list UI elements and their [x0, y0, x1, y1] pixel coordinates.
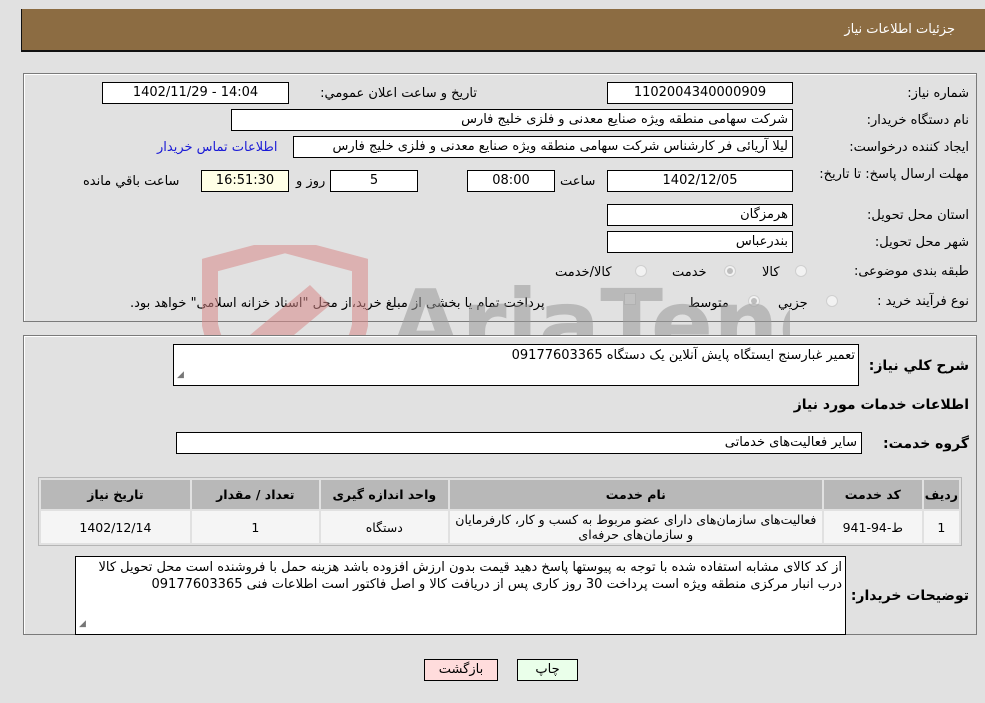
col-service-code: کد خدمت: [823, 480, 922, 509]
province-field[interactable]: هرمزگان: [607, 204, 793, 226]
cell-quantity: 1: [191, 511, 319, 543]
back-button[interactable]: بازگشت: [424, 659, 498, 681]
cell-unit: دستگاه: [320, 511, 448, 543]
services-heading: اطلاعات خدمات مورد نیاز: [793, 397, 969, 413]
deadline-date-field[interactable]: 1402/12/05: [607, 170, 793, 192]
treasury-note: پرداخت تمام یا بخشی از مبلغ خرید،از محل …: [130, 296, 545, 311]
announce-datetime-label: تاریخ و ساعت اعلان عمومي:: [320, 86, 477, 101]
col-unit: واحد اندازه گیری: [320, 480, 448, 509]
remaining-time-label: ساعت باقي مانده: [83, 174, 180, 189]
city-label: شهر محل تحویل:: [874, 235, 969, 250]
summary-label: شرح کلي نیاز:: [868, 358, 969, 374]
cell-service-code: ط-94-941: [823, 511, 922, 543]
purchase-option-minor: جزيي: [778, 296, 808, 311]
cell-service-name: فعالیت‌های سازمان‌های دارای عضو مربوط به…: [449, 511, 822, 543]
requester-field[interactable]: لیلا آریائی فر کارشناس شرکت سهامی منطقه …: [293, 136, 793, 158]
col-row-number: ردیف: [923, 480, 959, 509]
purchase-radio-minor[interactable]: [826, 295, 838, 307]
buyer-notes-textarea[interactable]: از کد کالای مشابه استفاده شده با توجه به…: [75, 556, 846, 635]
category-radio-goods-service[interactable]: [635, 265, 647, 277]
days-label: روز و: [296, 174, 326, 189]
deadline-time-label: ساعت: [560, 174, 596, 189]
category-option-service: خدمت: [672, 265, 707, 280]
buyer-org-label: نام دستگاه خریدار:: [866, 113, 969, 128]
service-group-field[interactable]: سایر فعالیت‌های خدماتی: [176, 432, 862, 454]
summary-text: تعمیر غبارسنج ایستگاه پایش آنلاین یک دست…: [511, 348, 855, 363]
category-radio-goods[interactable]: [795, 265, 807, 277]
purchase-type-label: نوع فرآیند خرید :: [877, 294, 969, 309]
purchase-radio-medium[interactable]: [748, 295, 760, 307]
col-service-name: نام خدمت: [449, 480, 822, 509]
deadline-time-field[interactable]: 08:00: [467, 170, 555, 192]
requester-label: ایجاد کننده درخواست:: [849, 140, 969, 155]
province-label: استان محل تحویل:: [867, 208, 969, 223]
city-field[interactable]: بندرعباس: [607, 231, 793, 253]
category-option-goods: کالا: [762, 265, 780, 280]
buyer-org-field[interactable]: شرکت سهامی منطقه ویژه صنایع معدنی و فلزی…: [231, 109, 793, 131]
remaining-days-field[interactable]: 5: [330, 170, 418, 192]
buyer-contact-link[interactable]: اطلاعات تماس خریدار: [157, 140, 277, 155]
page-header: جزئیات اطلاعات نیاز: [21, 9, 985, 52]
table-header-row: ردیف کد خدمت نام خدمت واحد اندازه گیری ت…: [41, 480, 959, 509]
service-group-label: گروه خدمت:: [883, 436, 969, 452]
col-need-date: تاریخ نیاز: [41, 480, 190, 509]
category-radio-service[interactable]: [724, 265, 736, 277]
col-quantity: تعداد / مقدار: [191, 480, 319, 509]
need-number-field[interactable]: 1102004340000909: [607, 82, 793, 104]
purchase-option-medium: متوسط: [688, 296, 729, 311]
print-button[interactable]: چاپ: [517, 659, 578, 681]
category-option-goods-service: کالا/خدمت: [555, 265, 612, 280]
deadline-label: مهلت ارسال پاسخ: تا تاریخ:: [819, 167, 969, 182]
services-table: ردیف کد خدمت نام خدمت واحد اندازه گیری ت…: [38, 477, 962, 546]
page-title: جزئیات اطلاعات نیاز: [844, 22, 955, 37]
category-label: طبقه بندی موضوعی:: [853, 264, 969, 279]
announce-datetime-field[interactable]: 1402/11/29 - 14:04: [102, 82, 289, 104]
treasury-checkbox[interactable]: [624, 293, 636, 305]
cell-row-number: 1: [923, 511, 959, 543]
table-row: 1 ط-94-941 فعالیت‌های سازمان‌های دارای ع…: [41, 511, 959, 543]
buyer-notes-label: توضیحات خریدار:: [850, 588, 969, 604]
remaining-time-field: 16:51:30: [201, 170, 289, 192]
need-number-label: شماره نیاز:: [907, 86, 969, 101]
buyer-notes-text: از کد کالای مشابه استفاده شده با توجه به…: [98, 560, 842, 592]
resize-grip-icon[interactable]: ◢: [177, 367, 184, 384]
resize-grip-icon[interactable]: ◢: [79, 616, 86, 633]
summary-textarea[interactable]: تعمیر غبارسنج ایستگاه پایش آنلاین یک دست…: [173, 344, 859, 386]
cell-need-date: 1402/12/14: [41, 511, 190, 543]
